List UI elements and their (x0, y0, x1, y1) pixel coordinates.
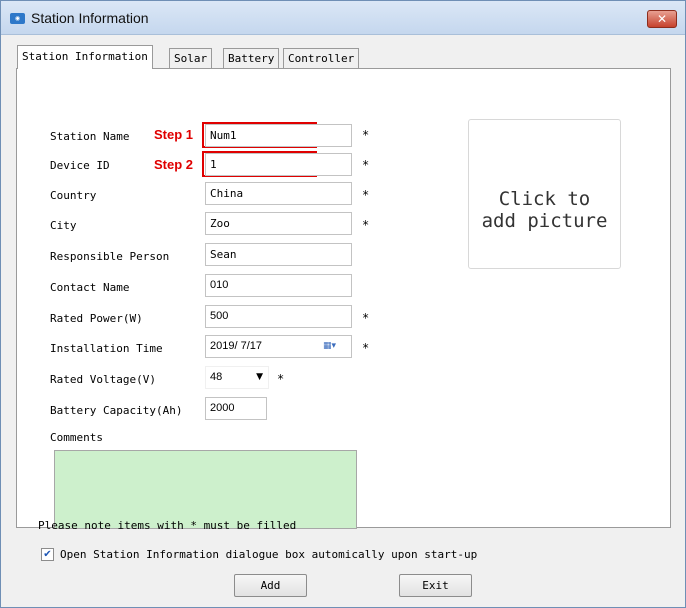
device-id-required: * (362, 158, 370, 172)
country-input[interactable]: China (205, 182, 352, 205)
city-input[interactable]: Zoo (205, 212, 352, 235)
installation-time-picker[interactable]: 2019/ 7/17 ▦▾ (205, 335, 352, 358)
calendar-dropdown-icon[interactable]: ▦▾ (323, 341, 345, 352)
station-name-required: * (362, 128, 370, 142)
exit-button[interactable]: Exit (399, 574, 472, 597)
add-picture-area[interactable]: Click to add picture (468, 119, 621, 269)
device-id-label: Device ID (50, 159, 110, 172)
station-name-input[interactable]: Num1 (205, 124, 352, 147)
dialog-body: Station Information Solar Battery Contro… (9, 36, 679, 603)
add-button[interactable]: Add (234, 574, 307, 597)
window-title: Station Information (31, 10, 149, 26)
autostart-checkbox[interactable]: ✔ (41, 548, 54, 561)
station-information-panel: Station Name Step 1 Num1 * Device ID Ste… (16, 68, 671, 529)
chevron-down-icon[interactable]: ▼ (256, 367, 263, 388)
comments-label: Comments (50, 431, 103, 444)
city-label: City (50, 219, 77, 232)
contact-name-input[interactable]: 010 (205, 274, 352, 297)
tab-battery[interactable]: Battery (223, 48, 280, 68)
required-note: Please note items with * must be filled (38, 519, 297, 532)
responsible-person-input[interactable]: Sean (205, 243, 352, 266)
contact-name-label: Contact Name (50, 281, 130, 294)
add-picture-line2: add picture (481, 210, 608, 232)
comments-textarea[interactable] (54, 450, 357, 529)
installation-time-value: 2019/ 7/17 (210, 340, 262, 352)
responsible-person-label: Responsible Person (50, 250, 170, 263)
rated-power-input[interactable]: 500 (205, 305, 352, 328)
city-required: * (362, 218, 370, 232)
add-picture-line1: Click to (498, 188, 591, 210)
battery-capacity-label: Battery Capacity(Ah) (50, 404, 183, 417)
installation-time-required: * (362, 341, 370, 355)
rated-voltage-label: Rated Voltage(V) (50, 373, 156, 386)
country-label: Country (50, 189, 97, 202)
tab-station-information[interactable]: Station Information (17, 45, 153, 69)
battery-capacity-input[interactable]: 2000 (205, 397, 267, 420)
rated-voltage-value: 48 (210, 371, 223, 383)
rated-voltage-select[interactable]: 48 ▼ (205, 366, 269, 389)
close-button[interactable]: ✕ (647, 10, 677, 28)
app-icon: ◉ (10, 13, 25, 24)
step2-annotation: Step 2 (154, 157, 194, 172)
country-required: * (362, 188, 370, 202)
tab-controller[interactable]: Controller (283, 48, 360, 68)
rated-voltage-required: * (277, 372, 285, 386)
rated-power-label: Rated Power(W) (50, 312, 143, 325)
autostart-label[interactable]: Open Station Information dialogue box au… (60, 548, 477, 561)
step1-annotation: Step 1 (154, 127, 194, 142)
device-id-input[interactable]: 1 (205, 153, 352, 176)
tab-solar[interactable]: Solar (169, 48, 213, 68)
station-information-window: ◉ Station Information ✕ Station Informat… (0, 0, 686, 608)
title-bar: ◉ Station Information ✕ (1, 1, 685, 35)
rated-power-required: * (362, 311, 370, 325)
installation-time-label: Installation Time (50, 342, 163, 355)
station-name-label: Station Name (50, 130, 130, 143)
